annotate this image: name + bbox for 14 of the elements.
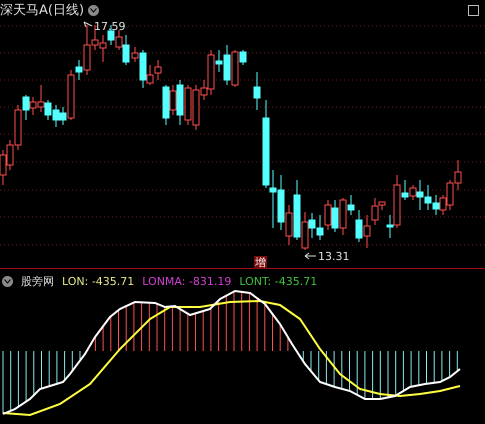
arrow-icon <box>84 22 92 28</box>
indicator-value: LON: -435.71 <box>62 275 134 288</box>
high-price-label: 17.59 <box>94 20 126 33</box>
stock-title: 深天马A(日线) <box>0 2 84 19</box>
indicator-value: LONMA: -831.19 <box>142 275 232 288</box>
dropdown-icon[interactable] <box>2 276 13 287</box>
indicator-name: 股旁网 <box>21 274 54 289</box>
signal-marker: 增 <box>254 256 267 269</box>
window-icon[interactable] <box>468 5 479 16</box>
low-price-label: 13.31 <box>318 250 350 263</box>
candlestick <box>254 72 260 110</box>
dropdown-icon[interactable] <box>88 4 100 16</box>
indicator-value: LONT: -435.71 <box>239 275 318 288</box>
arrow-icon <box>304 252 316 260</box>
